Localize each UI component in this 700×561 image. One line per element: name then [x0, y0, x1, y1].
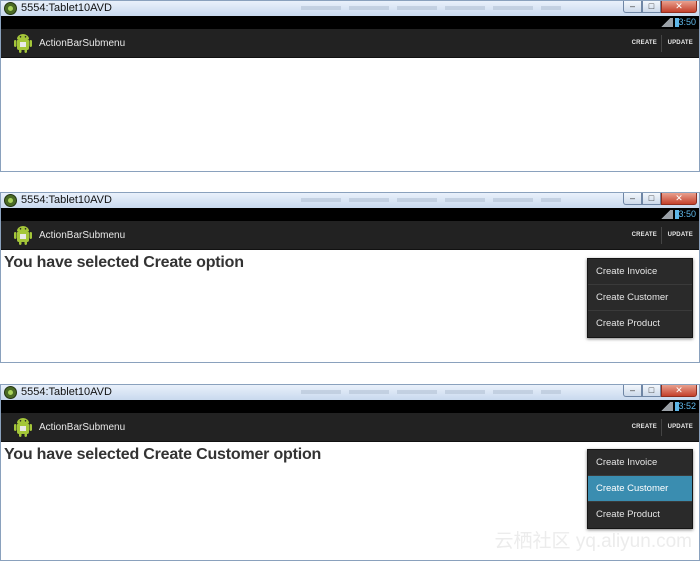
create-action-button[interactable]: CREATE: [632, 221, 657, 250]
window-titlebar[interactable]: 5554:Tablet10AVD – □ ✕: [1, 385, 699, 400]
android-status-bar: 3:50: [1, 208, 699, 221]
selection-message: You have selected Create Customer option: [4, 446, 322, 463]
android-status-bar: 3:50: [1, 16, 699, 29]
window-controls: – □ ✕: [623, 1, 697, 14]
maximize-button[interactable]: □: [642, 193, 661, 205]
close-button[interactable]: ✕: [661, 1, 697, 13]
minimize-button[interactable]: –: [623, 385, 642, 397]
emulator-window-1: 5554:Tablet10AVD – □ ✕ 3:50 ActionBarSub…: [0, 0, 700, 172]
action-bar: ActionBarSubmenu CREATE UPDATE: [1, 29, 699, 58]
status-clock: 3:52: [678, 401, 696, 411]
signal-icon: [661, 402, 673, 411]
menu-item-create-invoice[interactable]: Create Invoice: [588, 450, 692, 476]
menu-item-create-customer[interactable]: Create Customer: [588, 476, 692, 502]
app-title: ActionBarSubmenu: [39, 230, 126, 241]
background-window-text: [301, 390, 561, 394]
app-content: [1, 58, 699, 171]
action-divider: [661, 35, 662, 52]
create-submenu: Create Invoice Create Customer Create Pr…: [587, 258, 693, 338]
update-action-button[interactable]: UPDATE: [668, 29, 693, 58]
emulator-app-icon: [4, 194, 17, 207]
create-submenu: Create Invoice Create Customer Create Pr…: [587, 449, 693, 529]
selection-message: You have selected Create option: [4, 254, 244, 271]
background-window-text: [301, 6, 561, 10]
emulator-app-icon: [4, 386, 17, 399]
status-clock: 3:50: [678, 209, 696, 219]
menu-item-create-invoice[interactable]: Create Invoice: [588, 259, 692, 285]
window-title: 5554:Tablet10AVD: [21, 2, 112, 14]
app-title: ActionBarSubmenu: [39, 422, 126, 433]
status-clock: 3:50: [678, 17, 696, 27]
update-action-button[interactable]: UPDATE: [668, 221, 693, 250]
create-action-button[interactable]: CREATE: [632, 413, 657, 442]
maximize-button[interactable]: □: [642, 1, 661, 13]
update-action-button[interactable]: UPDATE: [668, 413, 693, 442]
window-titlebar[interactable]: 5554:Tablet10AVD – □ ✕: [1, 1, 699, 16]
create-action-button[interactable]: CREATE: [632, 29, 657, 58]
watermark: 云栖社区 yq.aliyun.com: [494, 531, 692, 552]
minimize-button[interactable]: –: [623, 1, 642, 13]
action-divider: [661, 227, 662, 244]
signal-icon: [661, 210, 673, 219]
emulator-window-2: 5554:Tablet10AVD – □ ✕ 3:50 ActionBarSub…: [0, 192, 700, 363]
screenshot-root: 5554:Tablet10AVD – □ ✕ 3:50 ActionBarSub…: [0, 0, 700, 561]
android-logo-icon: [14, 418, 32, 437]
signal-icon: [661, 18, 673, 27]
action-bar: ActionBarSubmenu CREATE UPDATE: [1, 221, 699, 250]
android-logo-icon: [14, 226, 32, 245]
android-logo-icon: [14, 34, 32, 53]
action-divider: [661, 419, 662, 436]
maximize-button[interactable]: □: [642, 385, 661, 397]
menu-item-create-product[interactable]: Create Product: [588, 502, 692, 528]
menu-item-create-customer[interactable]: Create Customer: [588, 285, 692, 311]
window-title: 5554:Tablet10AVD: [21, 194, 112, 206]
window-titlebar[interactable]: 5554:Tablet10AVD – □ ✕: [1, 193, 699, 208]
window-controls: – □ ✕: [623, 193, 697, 206]
close-button[interactable]: ✕: [661, 385, 697, 397]
background-window-text: [301, 198, 561, 202]
action-bar: ActionBarSubmenu CREATE UPDATE: [1, 413, 699, 442]
app-title: ActionBarSubmenu: [39, 38, 126, 49]
window-title: 5554:Tablet10AVD: [21, 386, 112, 398]
window-controls: – □ ✕: [623, 385, 697, 398]
menu-item-create-product[interactable]: Create Product: [588, 311, 692, 337]
emulator-app-icon: [4, 2, 17, 15]
android-status-bar: 3:52: [1, 400, 699, 413]
close-button[interactable]: ✕: [661, 193, 697, 205]
minimize-button[interactable]: –: [623, 193, 642, 205]
